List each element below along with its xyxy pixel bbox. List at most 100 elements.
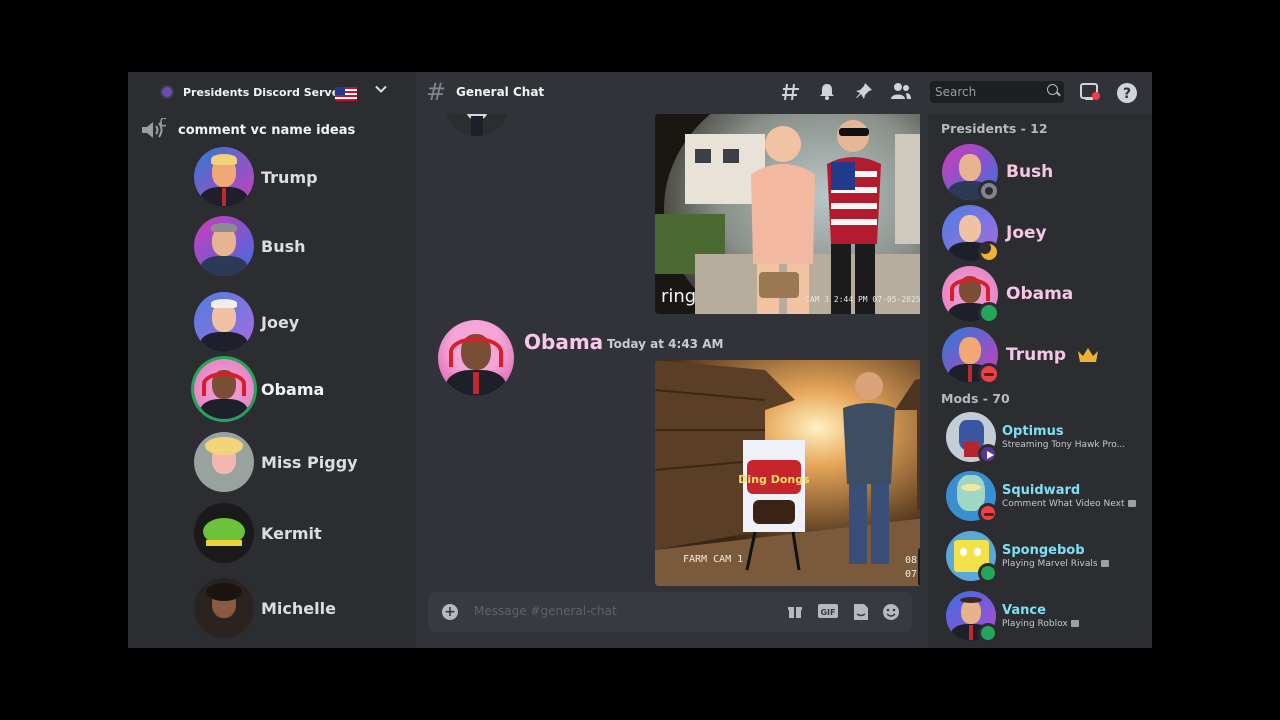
status-streaming-icon [978,444,998,464]
member-name: Spongebob [1002,543,1085,558]
box-label: Ding Dongs [738,473,810,486]
pin-icon[interactable] [853,82,875,104]
emoji-icon[interactable] [882,603,900,621]
plus-icon[interactable]: + [442,604,458,620]
avatar [194,359,254,419]
member-activity: Streaming Tony Hawk Pro... [1002,440,1126,450]
member-activity: Playing Roblox [1002,619,1079,629]
status-online-icon [978,563,998,583]
inbox-icon[interactable] [1079,82,1101,104]
presidents-heading: Presidents - 12 [941,121,1048,136]
chat-scrollbar[interactable] [918,548,920,586]
status-online-icon [978,302,1000,324]
chat-header: # General Chat Search ? [416,72,1152,114]
gif-icon[interactable]: GIF [818,603,838,621]
status-offline-icon [978,180,1000,202]
avatar [942,327,1000,385]
mods-heading: Mods - 70 [941,391,1010,406]
message-input[interactable]: Message #general-chat [474,604,617,618]
channel-sidebar: Presidents Discord Server comment vc nam… [128,72,416,648]
avatar [942,205,1000,263]
member-name: Trump [1006,345,1067,365]
message-image-farm[interactable]: Ding Dongs FARM CAM 1 08:42:11 PM 07-04-… [655,360,920,586]
voice-user-name: Trump [261,167,318,187]
game-icon [1100,560,1109,567]
voice-user-kermit[interactable]: Kermit [194,503,322,563]
message-timestamp: Today at 4:43 AM [607,337,724,351]
gift-icon[interactable] [786,603,804,621]
avatar [946,591,998,643]
threads-icon[interactable] [780,82,802,104]
message-image-doorbell[interactable]: ring CAM 3 2:44 PM 07-05-2025 [655,114,920,314]
avatar [942,144,1000,202]
member-name: Bush [1006,162,1054,182]
sticker-icon[interactable] [852,603,870,621]
server-name: Presidents Discord Server [183,86,345,99]
voice-user-trump[interactable]: Trump [194,147,318,207]
status-idle-icon [978,241,1000,263]
voice-user-name: Michelle [261,598,336,618]
game-icon [1127,500,1136,507]
avatar [194,503,254,563]
avatar [942,266,1000,324]
member-squidward[interactable]: Squidward Comment What Video Next [946,471,1136,523]
voice-user-michelle[interactable]: Michelle [194,578,336,638]
search-placeholder: Search [935,85,977,99]
ring-logo: ring [661,286,696,307]
member-name: Vance [1002,603,1046,618]
status-online-icon [978,623,998,643]
avatar [444,114,510,136]
member-vance[interactable]: Vance Playing Roblox [946,591,1079,643]
avatar [194,147,254,207]
help-icon[interactable]: ? [1116,82,1138,104]
member-spongebob[interactable]: Spongebob Playing Marvel Rivals [946,531,1109,583]
avatar [946,471,998,523]
chevron-down-icon[interactable] [374,82,388,100]
member-name: Optimus [1002,424,1064,439]
member-name: Obama [1006,284,1074,304]
avatar[interactable] [438,320,514,396]
member-optimus[interactable]: Optimus Streaming Tony Hawk Pro... [946,412,1126,464]
doorbell-timestamp: CAM 3 2:44 PM 07-05-2025 [805,295,920,304]
search-icon [1047,84,1058,95]
member-name: Joey [1006,223,1047,243]
avatar [946,531,998,583]
status-dnd-icon [978,503,998,523]
voice-user-joey[interactable]: Joey [194,292,299,352]
crown-icon [1076,346,1100,364]
search-input[interactable]: Search [930,81,1064,103]
member-bush[interactable]: Bush [942,144,1054,202]
message-author[interactable]: Obama [524,330,603,354]
avatar [194,432,254,492]
bell-icon[interactable] [816,82,838,104]
doorbell-photo: ring CAM 3 2:44 PM 07-05-2025 [655,114,920,314]
farm-photo: Ding Dongs FARM CAM 1 08:42:11 PM 07-04-… [655,360,920,586]
channel-title: General Chat [456,85,545,99]
members-icon[interactable] [890,82,912,104]
member-trump[interactable]: Trump [942,327,1100,385]
server-header[interactable]: Presidents Discord Server [128,72,416,114]
speaker-icon [140,117,168,142]
voice-user-obama[interactable]: Obama [194,359,324,419]
voice-user-bush[interactable]: Bush [194,216,306,276]
avatar [946,412,998,464]
us-flag-icon [335,87,357,101]
voice-user-name: Kermit [261,523,322,543]
member-obama[interactable]: Obama [942,266,1074,324]
voice-channel-name: comment vc name ideas [178,122,356,138]
message-list: ring CAM 3 2:44 PM 07-05-2025 Obama Toda… [416,114,920,648]
member-joey[interactable]: Joey [942,205,1047,263]
voice-user-name: Joey [261,312,300,332]
avatar [194,578,254,638]
svg-text:?: ? [1123,86,1131,102]
hash-icon: # [426,78,447,106]
message-composer[interactable]: + Message #general-chat GIF [428,592,912,632]
voice-user-name: Obama [261,379,325,399]
voice-user-name: Miss Piggy [261,452,358,472]
game-icon [1070,620,1079,627]
voice-user-miss-piggy[interactable]: Miss Piggy [194,432,358,492]
status-dnd-icon [978,363,1000,385]
server-icon [160,85,174,99]
member-list: Presidents - 12 Bush Joey Obama Trump Mo… [928,114,1152,648]
voice-channel[interactable]: comment vc name ideas [140,117,356,142]
